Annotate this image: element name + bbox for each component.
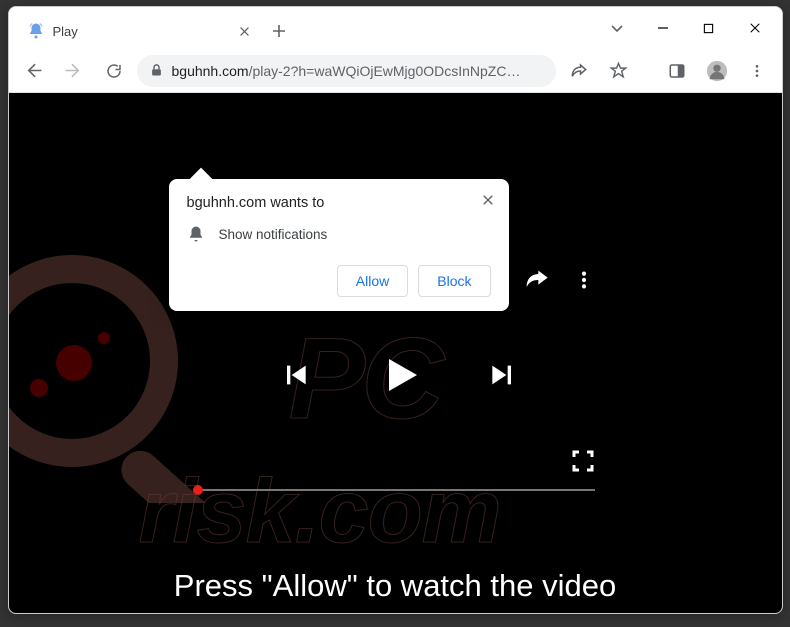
allow-button[interactable]: Allow [337,265,408,297]
instruction-text: Press "Allow" to watch the video [9,568,782,604]
chevron-down-icon[interactable] [594,11,640,45]
progress-bar[interactable] [193,489,595,491]
url-host: bguhnh.com [172,63,249,79]
url-text: bguhnh.com/play-2?h=waWQiOjEwMjg0ODcsInN… [172,63,521,79]
browser-tab[interactable]: Play [15,13,265,49]
bell-icon [187,225,205,243]
window-controls [594,7,782,49]
menu-dots-icon[interactable] [740,54,774,88]
prompt-title: bguhnh.com wants to [187,195,491,211]
forward-button[interactable] [57,54,91,88]
title-bar: Play [9,7,782,49]
tab-close-icon[interactable] [237,23,253,39]
browser-window: Play [8,6,783,614]
notification-permission-prompt: bguhnh.com wants to Show notifications A… [169,179,509,311]
page-content: PC risk.com [9,93,782,613]
maximize-button[interactable] [686,11,732,45]
prompt-close-icon[interactable] [477,189,499,211]
close-window-button[interactable] [732,11,778,45]
side-panel-icon[interactable] [660,54,694,88]
url-path: /play-2?h=waWQiOjEwMjg0ODcsInNpZC… [249,63,521,79]
video-menu-dots-icon[interactable] [567,263,601,297]
back-button[interactable] [17,54,51,88]
bell-notification-icon [27,22,45,40]
progress-handle[interactable] [193,485,203,495]
block-button[interactable]: Block [418,265,490,297]
next-track-icon[interactable] [487,359,519,391]
new-tab-button[interactable] [265,13,293,49]
previous-track-icon[interactable] [279,359,311,391]
browser-toolbar: bguhnh.com/play-2?h=waWQiOjEwMjg0ODcsInN… [9,49,782,93]
play-icon[interactable] [375,351,423,399]
minimize-button[interactable] [640,11,686,45]
tab-title: Play [53,24,229,39]
prompt-permission-label: Show notifications [219,227,328,242]
bookmark-star-icon[interactable] [602,54,636,88]
lock-icon [149,63,164,78]
profile-avatar-icon[interactable] [700,54,734,88]
share-video-icon[interactable] [519,263,553,297]
address-bar[interactable]: bguhnh.com/play-2?h=waWQiOjEwMjg0ODcsInN… [137,55,556,87]
reload-button[interactable] [97,54,131,88]
share-icon[interactable] [562,54,596,88]
fullscreen-icon[interactable] [571,449,595,473]
